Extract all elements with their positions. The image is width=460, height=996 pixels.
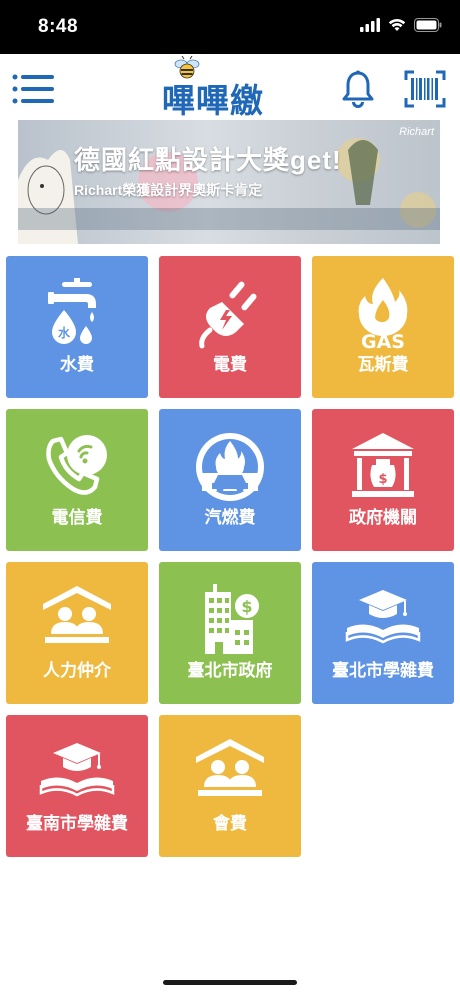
city-hall-icon: $ [205, 584, 259, 654]
tile-taipei-city-government[interactable]: $ 臺北市政府 [159, 562, 301, 704]
banner-subtitle: Richart榮獲設計界奧斯卡肯定 [74, 182, 263, 198]
battery-icon [414, 18, 442, 32]
tile-fuel-fee[interactable]: 汽燃費 [159, 409, 301, 551]
wifi-icon [388, 19, 406, 31]
menu-button[interactable] [12, 74, 54, 104]
tile-telecom-bill[interactable]: 電信費 [6, 409, 148, 551]
tile-label: 會費 [213, 814, 247, 833]
tile-label: 臺南市學雜費 [26, 814, 128, 833]
tile-gas-bill[interactable]: GAS 瓦斯費 [312, 256, 454, 398]
barcode-scan-icon [404, 70, 446, 108]
status-time: 8:48 [38, 16, 79, 37]
logo-text: 嗶嗶繳 [162, 81, 264, 120]
nav-bar: 嗶嗶繳 [0, 54, 460, 120]
gas-flame-icon: GAS [358, 278, 408, 350]
phone-icon [46, 435, 107, 495]
promo-banner[interactable]: Richart 德國紅點設計大獎get! Richart榮獲設計界奧斯卡肯定 [18, 120, 440, 244]
banner-brand: Richart [399, 126, 434, 138]
water-tap-icon: 水 [48, 278, 96, 344]
bell-icon [342, 70, 374, 108]
government-building-icon: $ [352, 433, 414, 497]
tile-label: 水費 [60, 355, 94, 374]
tile-water-bill[interactable]: 水 水費 [6, 256, 148, 398]
tile-government-agency[interactable]: $ 政府機關 [312, 409, 454, 551]
tile-label: 臺北市學雜費 [332, 661, 434, 680]
tile-staffing-agency[interactable]: 人力仲介 [6, 562, 148, 704]
home-indicator[interactable] [163, 980, 297, 985]
banner-strip [18, 208, 440, 230]
tile-label: 臺北市政府 [187, 661, 273, 680]
status-icons [360, 18, 442, 32]
graduation-book-icon [345, 590, 421, 644]
tile-tainan-school-fees[interactable]: 臺南市學雜費 [6, 715, 148, 857]
cellular-signal-icon [360, 18, 380, 32]
hamburger-menu-icon [12, 74, 54, 104]
svg-text:GAS: GAS [361, 331, 405, 350]
banner-title: 德國紅點設計大獎get! [74, 145, 342, 175]
status-bar: 8:48 [0, 0, 460, 54]
people-house-icon [43, 586, 111, 643]
svg-text:$: $ [378, 472, 387, 487]
svg-text:$: $ [241, 597, 252, 616]
notifications-button[interactable] [340, 70, 376, 108]
tile-taipei-school-fees[interactable]: 臺北市學雜費 [312, 562, 454, 704]
tile-membership-fee[interactable]: 會費 [159, 715, 301, 857]
tile-label: 電信費 [51, 508, 103, 527]
car-fuel-icon [196, 433, 264, 501]
svg-text:水: 水 [58, 325, 71, 340]
tile-label: 汽燃費 [204, 508, 256, 527]
graduation-book-icon [39, 743, 115, 797]
tile-electricity-bill[interactable]: 電費 [159, 256, 301, 398]
tile-label: 政府機關 [349, 508, 417, 527]
app-logo: 嗶嗶繳 [162, 54, 292, 120]
plug-icon [199, 281, 257, 349]
tile-label: 瓦斯費 [357, 355, 409, 374]
tile-label: 電費 [213, 355, 247, 374]
people-house-icon [196, 739, 264, 796]
scan-barcode-button[interactable] [404, 70, 446, 108]
tile-label: 人力仲介 [43, 661, 111, 680]
